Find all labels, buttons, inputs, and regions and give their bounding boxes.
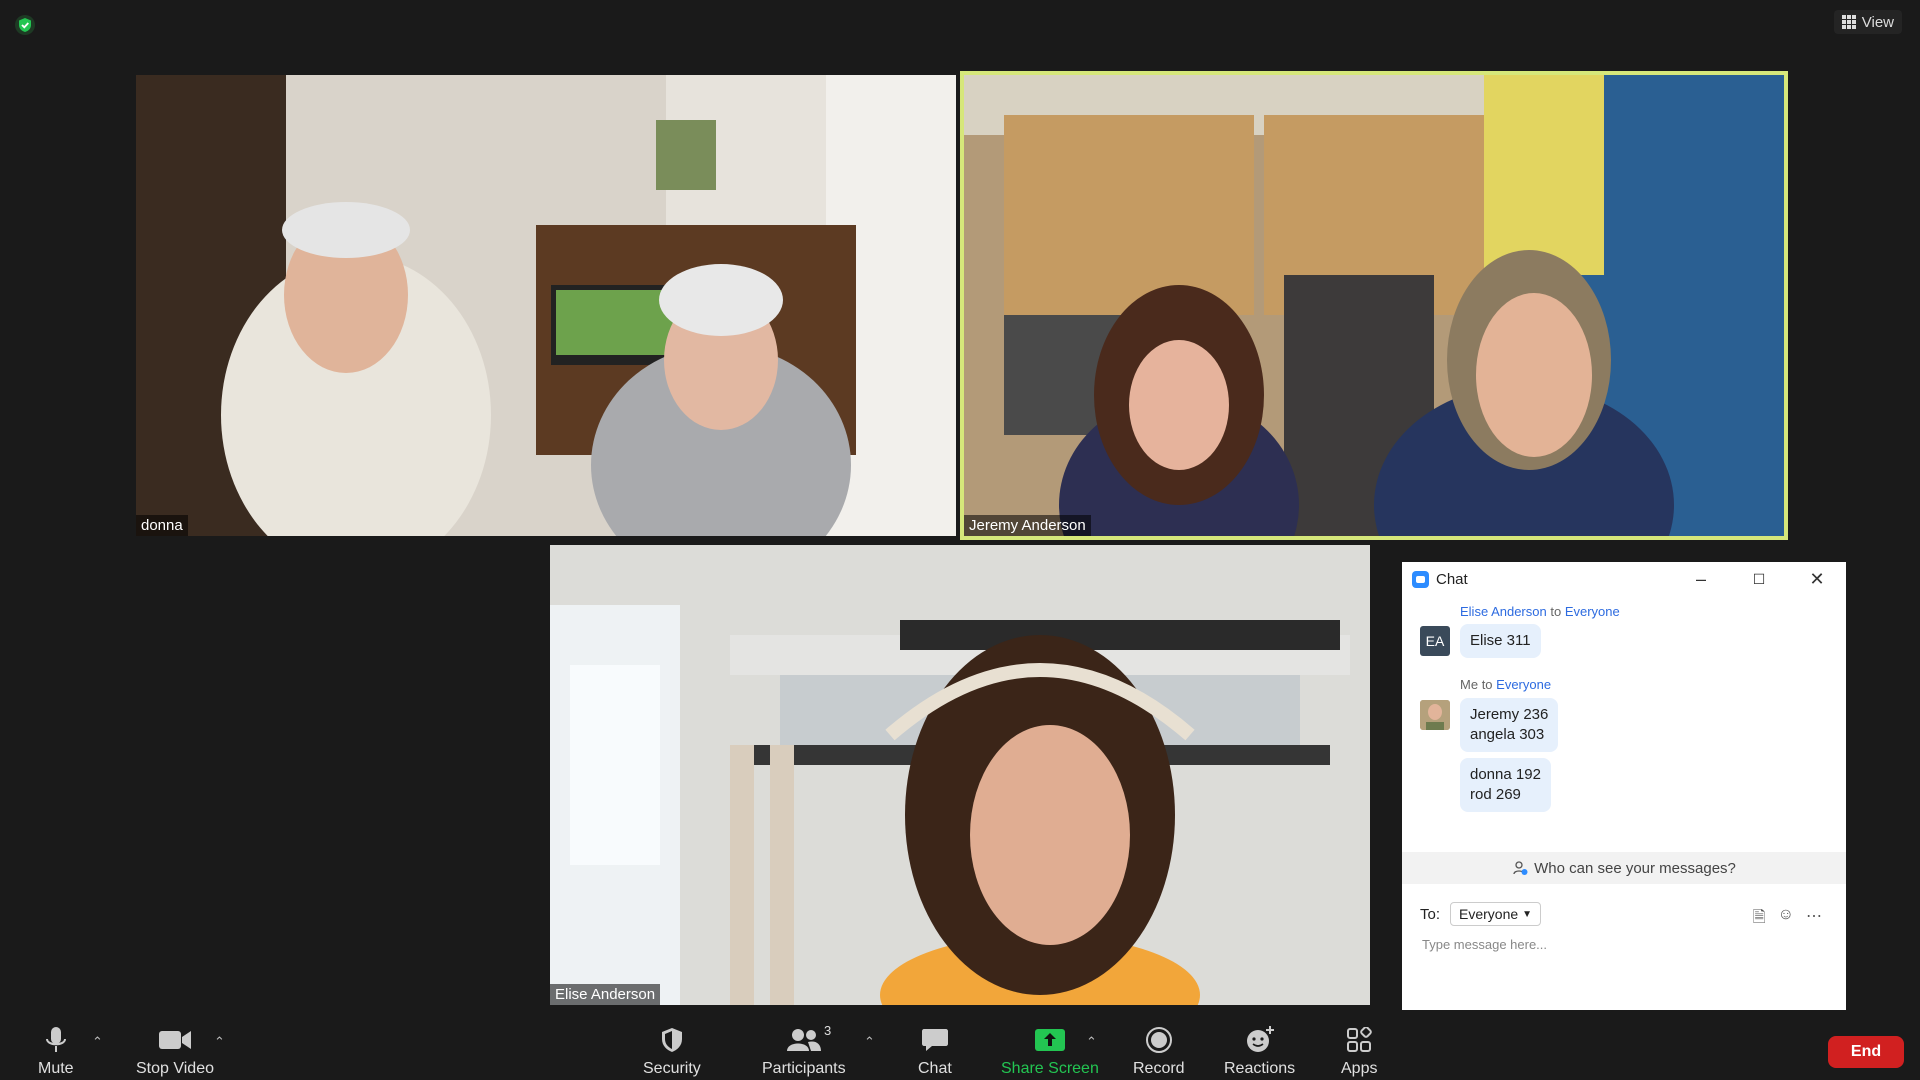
recipient-select[interactable]: Everyone ▼ — [1450, 902, 1542, 926]
stop-video-label: Stop Video — [136, 1060, 214, 1077]
message-input[interactable] — [1420, 936, 1824, 953]
participant-name-donna: donna — [136, 515, 188, 536]
chat-message: Jeremy 236 angela 303 — [1460, 698, 1559, 752]
chat-title: Chat — [1436, 570, 1468, 588]
record-icon — [1145, 1027, 1172, 1053]
share-screen-label: Share Screen — [1001, 1060, 1099, 1077]
chat-header: Chat — [1402, 562, 1846, 596]
user-photo-icon — [1420, 700, 1450, 730]
person-info-icon — [1513, 861, 1528, 875]
chat-bubble-icon — [921, 1029, 948, 1051]
security-shield-icon[interactable] — [14, 14, 36, 36]
participants-count: 3 — [824, 1023, 832, 1038]
mute-label: Mute — [38, 1060, 74, 1077]
chat-actions: 🗎 ☺ ⋯ — [1753, 906, 1822, 933]
reactions-button[interactable]: Reactions — [1224, 1024, 1295, 1078]
view-label: View — [1861, 13, 1894, 31]
reactions-label: Reactions — [1224, 1060, 1296, 1077]
meeting-toolbar: Mute ⌃ Stop Video ⌃ Security Participant… — [0, 1010, 1920, 1080]
share-screen-button[interactable]: Share Screen — [1001, 1024, 1099, 1078]
participants-chevron-icon[interactable]: ⌃ — [864, 1034, 875, 1050]
avatar: EA — [1420, 626, 1450, 656]
avatar — [1420, 700, 1450, 730]
apps-button[interactable]: Apps — [1341, 1024, 1377, 1078]
zoom-chat-logo-icon — [1412, 570, 1429, 588]
view-button[interactable]: View — [1833, 10, 1902, 34]
recipient-value: Everyone — [1459, 906, 1519, 922]
security-label: Security — [643, 1060, 701, 1077]
chat-message: donna 192 rod 269 — [1460, 758, 1551, 812]
video-tile-donna[interactable]: donna — [136, 75, 956, 536]
participant-name-elise-anderson: Elise Anderson — [550, 984, 661, 1005]
participants-label: Participants — [762, 1060, 846, 1077]
emoji-icon[interactable]: ☺ — [1778, 906, 1794, 933]
video-tile-jeremy-anderson[interactable]: Jeremy Anderson — [960, 71, 1788, 540]
video-camera-icon — [159, 1031, 191, 1049]
security-button[interactable]: Security — [643, 1024, 701, 1078]
participants-icon — [786, 1029, 821, 1051]
video-feed-jeremy-anderson — [964, 75, 1784, 536]
record-button[interactable]: Record — [1133, 1024, 1185, 1078]
close-icon[interactable]: ✕ — [1808, 570, 1826, 588]
message-sender: Elise Anderson to Everyone — [1460, 604, 1620, 619]
record-label: Record — [1133, 1060, 1185, 1077]
participants-button[interactable]: Participants — [762, 1024, 846, 1078]
mute-button[interactable]: Mute — [38, 1024, 74, 1078]
microphone-icon — [45, 1027, 66, 1052]
chevron-down-icon: ▼ — [1522, 908, 1533, 920]
who-can-see-messages[interactable]: Who can see your messages? — [1402, 852, 1846, 884]
stop-video-button[interactable]: Stop Video — [136, 1024, 214, 1078]
file-icon[interactable]: 🗎 — [1753, 906, 1766, 933]
end-meeting-button[interactable]: End — [1828, 1036, 1904, 1068]
emoji-plus-icon — [1246, 1026, 1274, 1052]
video-options-chevron-icon[interactable]: ⌃ — [214, 1034, 225, 1050]
share-options-chevron-icon[interactable]: ⌃ — [1086, 1034, 1097, 1050]
to-label: To: — [1420, 905, 1441, 923]
participant-name-jeremy-anderson: Jeremy Anderson — [964, 515, 1091, 536]
apps-label: Apps — [1341, 1060, 1378, 1077]
maximize-icon[interactable]: ☐ — [1750, 570, 1768, 588]
more-icon[interactable]: ⋯ — [1806, 906, 1822, 933]
chat-panel[interactable]: Chat – ☐ ✕ Elise Anderson to Everyone EA… — [1402, 562, 1846, 1036]
apps-icon — [1347, 1027, 1373, 1052]
who-can-see-label: Who can see your messages? — [1534, 859, 1736, 877]
audio-options-chevron-icon[interactable]: ⌃ — [92, 1034, 103, 1050]
message-sender: Me to Everyone — [1460, 677, 1552, 692]
grid-icon — [1841, 15, 1856, 29]
video-tile-elise-anderson[interactable]: Elise Anderson — [550, 545, 1370, 1005]
minimize-icon[interactable]: – — [1692, 570, 1710, 588]
chat-label: Chat — [918, 1060, 952, 1077]
recipient-row: To: Everyone ▼ — [1420, 902, 1542, 926]
video-feed-elise-anderson — [550, 545, 1370, 1005]
chat-button[interactable]: Chat — [918, 1024, 952, 1078]
shield-icon — [661, 1028, 682, 1052]
share-screen-icon — [1034, 1029, 1065, 1051]
chat-message: Elise 311 — [1460, 624, 1541, 658]
video-feed-donna — [136, 75, 956, 536]
